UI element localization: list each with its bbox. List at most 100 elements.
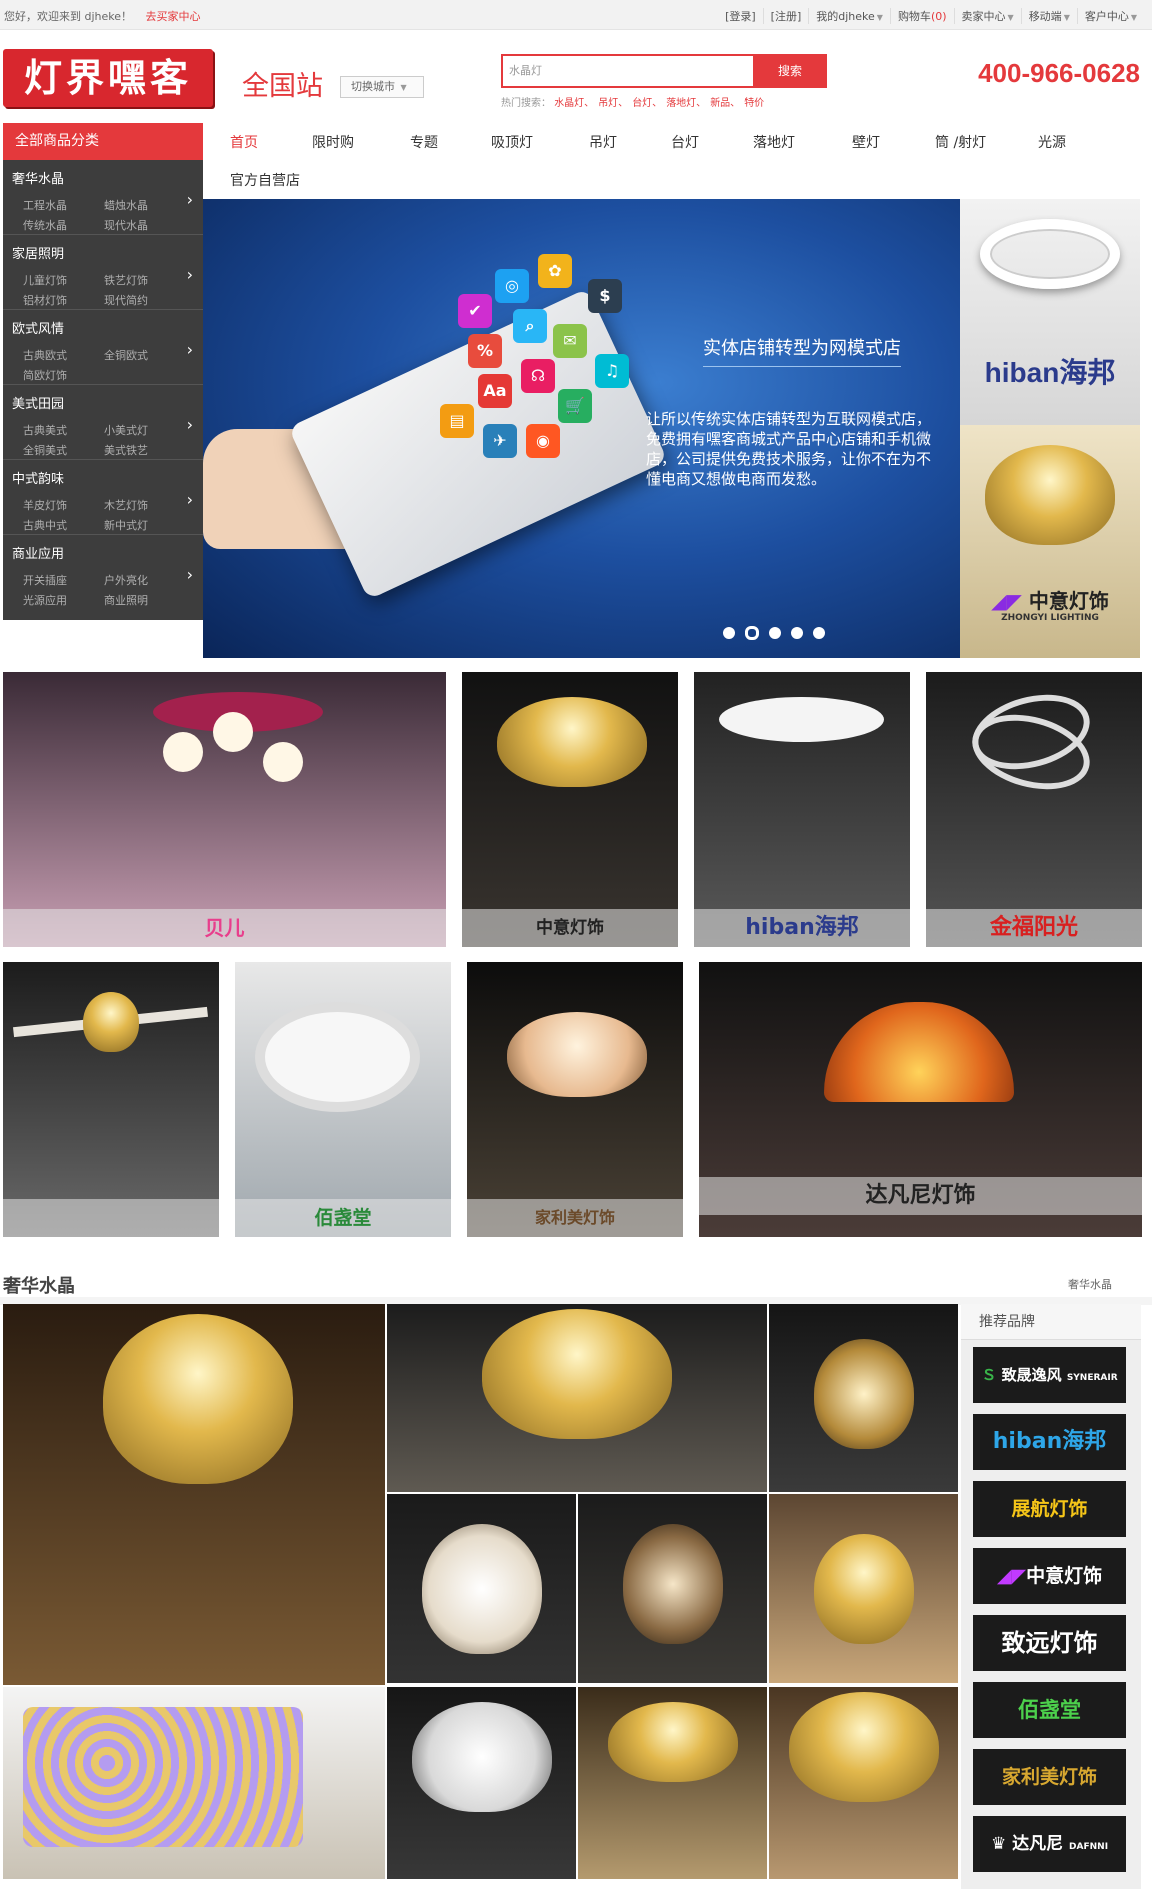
all-categories-button[interactable]: 全部商品分类	[3, 123, 203, 160]
category-group[interactable]: 中式韵味 羊皮灯饰 木艺灯饰 古典中式 新中式灯 ›	[3, 460, 203, 535]
carousel-dot[interactable]	[791, 627, 803, 639]
subcategory-link[interactable]: 古典美式	[23, 422, 67, 438]
category-title[interactable]: 欧式风情	[3, 310, 203, 339]
subcategory-link[interactable]: 儿童灯饰	[23, 272, 67, 288]
search-button[interactable]: 搜索	[753, 54, 827, 88]
nav-desk-lamps[interactable]: 台灯	[671, 132, 699, 152]
nav-wall-lamps[interactable]: 壁灯	[852, 132, 880, 152]
subcategory-link[interactable]: 工程水晶	[23, 197, 67, 213]
brand-logo-zhiyuan[interactable]: 致远灯饰	[973, 1615, 1126, 1671]
nav-official-store[interactable]: 官方自营店	[230, 170, 300, 190]
brand-tile[interactable]: 贝儿	[3, 672, 446, 947]
brand-logo-dafnni[interactable]: ♛ 达凡尼 DAFNNI	[973, 1816, 1126, 1872]
nav-flash-sale[interactable]: 限时购	[312, 132, 354, 152]
category-title[interactable]: 美式田园	[3, 385, 203, 414]
category-group[interactable]: 美式田园 古典美式 小美式灯 全铜美式 美式铁艺 ›	[3, 385, 203, 460]
login-link[interactable]: [登录]	[718, 8, 763, 24]
subcategory-link[interactable]: 新中式灯	[104, 517, 148, 533]
side-ad-hiban[interactable]: hiban海邦	[960, 199, 1140, 425]
nav-light-sources[interactable]: 光源	[1038, 132, 1066, 152]
brand-logo-zhanghang[interactable]: 展航灯饰	[973, 1481, 1126, 1537]
subcategory-link[interactable]: 美式铁艺	[104, 442, 148, 458]
subcategory-link[interactable]: 古典欧式	[23, 347, 67, 363]
product-image[interactable]	[387, 1304, 767, 1492]
carousel-dot[interactable]	[769, 627, 781, 639]
nav-home[interactable]: 首页	[230, 132, 258, 152]
nav-pendant-lamps[interactable]: 吊灯	[589, 132, 617, 152]
subcategory-link[interactable]: 小美式灯	[104, 422, 148, 438]
seller-center-link[interactable]: 卖家中心 ▼	[953, 8, 1021, 24]
subcategory-link[interactable]: 简欧灯饰	[23, 367, 67, 383]
subcategory-link[interactable]: 铝材灯饰	[23, 292, 67, 308]
subcategory-link[interactable]: 商业照明	[104, 592, 148, 608]
hot-keyword[interactable]: 吊灯、	[598, 98, 628, 109]
carousel-dot[interactable]	[723, 627, 735, 639]
nav-floor-lamps[interactable]: 落地灯	[753, 132, 795, 152]
register-link[interactable]: [注册]	[762, 8, 809, 24]
brand-tile[interactable]: 金福阳光	[926, 672, 1142, 947]
carousel-dot[interactable]	[813, 627, 825, 639]
category-title[interactable]: 家居照明	[3, 235, 203, 264]
subcategory-link[interactable]: 光源应用	[23, 592, 67, 608]
nav-spotlights[interactable]: 筒 /射灯	[935, 132, 986, 152]
hot-keyword[interactable]: 水晶灯、	[554, 98, 594, 109]
city-switch-dropdown[interactable]: 切换城市 ▼	[340, 76, 424, 98]
hot-keyword[interactable]: 台灯、	[632, 98, 662, 109]
customer-center-link[interactable]: 客户中心 ▼	[1076, 8, 1144, 24]
brand-logo-jialimei[interactable]: 家利美灯饰	[973, 1749, 1126, 1805]
product-image[interactable]	[769, 1304, 958, 1492]
brand-tile[interactable]: hiban海邦	[694, 672, 910, 947]
subcategory-link[interactable]: 现代水晶	[104, 217, 148, 233]
side-ad-zhongyi[interactable]: ◢◤ 中意灯饰 ZHONGYI LIGHTING	[960, 425, 1140, 658]
category-group[interactable]: 奢华水晶 工程水晶 蜡烛水晶 传统水晶 现代水晶 ›	[3, 160, 203, 235]
search-input[interactable]: 水晶灯	[501, 54, 753, 88]
brand-logo-synerair[interactable]: Ｓ 致晟逸风 SYNERAIR	[973, 1347, 1126, 1403]
brand-tile[interactable]: 中意灯饰	[462, 672, 678, 947]
brand-tile[interactable]	[3, 962, 219, 1237]
category-title[interactable]: 奢华水晶	[3, 160, 203, 189]
brand-logo-baizhantang[interactable]: 佰盏堂	[973, 1682, 1126, 1738]
subcategory-link[interactable]: 开关插座	[23, 572, 67, 588]
subcategory-link[interactable]: 现代简约	[104, 292, 148, 308]
nav-topics[interactable]: 专题	[410, 132, 438, 152]
site-logo[interactable]: 灯界嘿客	[3, 49, 213, 107]
subcategory-link[interactable]: 全铜欧式	[104, 347, 148, 363]
brand-tile[interactable]: 家利美灯饰	[467, 962, 683, 1237]
product-image-large[interactable]	[3, 1304, 385, 1685]
category-title[interactable]: 中式韵味	[3, 460, 203, 489]
subcategory-link[interactable]: 羊皮灯饰	[23, 497, 67, 513]
hero-banner[interactable]: ✔ ◎ ✿ $% ⌕ ✉ Aa ☊ 🛒 ♫ ▤ ✈ ◉ 实体店铺转型为网模式店 让所以传统实体店铺转型为…	[203, 199, 960, 658]
category-group[interactable]: 家居照明 儿童灯饰 铁艺灯饰 铝材灯饰 现代简约 ›	[3, 235, 203, 310]
brand-tile[interactable]: 佰盏堂	[235, 962, 451, 1237]
cart-link[interactable]: 购物车(0)	[889, 8, 954, 24]
buyer-center-link[interactable]: 去买家中心	[146, 10, 201, 23]
section-more-link[interactable]: 奢华水晶	[1068, 1276, 1112, 1292]
product-image[interactable]	[578, 1687, 767, 1879]
subcategory-link[interactable]: 全铜美式	[23, 442, 67, 458]
brand-logo-hiban[interactable]: hiban海邦	[973, 1414, 1126, 1470]
subcategory-link[interactable]: 户外亮化	[104, 572, 148, 588]
nav-ceiling-lamps[interactable]: 吸顶灯	[491, 132, 533, 152]
subcategory-link[interactable]: 蜡烛水晶	[104, 197, 148, 213]
my-account-link[interactable]: 我的djheke ▼	[808, 8, 890, 24]
category-title[interactable]: 商业应用	[3, 535, 203, 564]
mobile-link[interactable]: 移动端 ▼	[1020, 8, 1077, 24]
brand-tile[interactable]: 达凡尼灯饰	[699, 962, 1142, 1237]
subcategory-link[interactable]: 铁艺灯饰	[104, 272, 148, 288]
subcategory-link[interactable]: 古典中式	[23, 517, 67, 533]
subcategory-link[interactable]: 传统水晶	[23, 217, 67, 233]
hot-keyword[interactable]: 新品、	[710, 98, 740, 109]
subcategory-link[interactable]: 木艺灯饰	[104, 497, 148, 513]
product-image[interactable]	[769, 1687, 958, 1879]
carousel-dot-active[interactable]	[745, 626, 759, 640]
product-image[interactable]	[387, 1494, 576, 1683]
product-image[interactable]	[769, 1494, 958, 1683]
brand-logo-zhongyi[interactable]: ◢◤中意灯饰	[973, 1548, 1126, 1604]
category-group[interactable]: 商业应用 开关插座 户外亮化 光源应用 商业照明 ›	[3, 535, 203, 610]
hot-keyword[interactable]: 落地灯、	[666, 98, 706, 109]
product-image[interactable]	[578, 1494, 767, 1683]
product-image[interactable]	[3, 1687, 385, 1879]
hot-keyword[interactable]: 特价	[744, 98, 764, 109]
product-image[interactable]	[387, 1687, 576, 1879]
category-group[interactable]: 欧式风情 古典欧式 全铜欧式 简欧灯饰 ›	[3, 310, 203, 385]
